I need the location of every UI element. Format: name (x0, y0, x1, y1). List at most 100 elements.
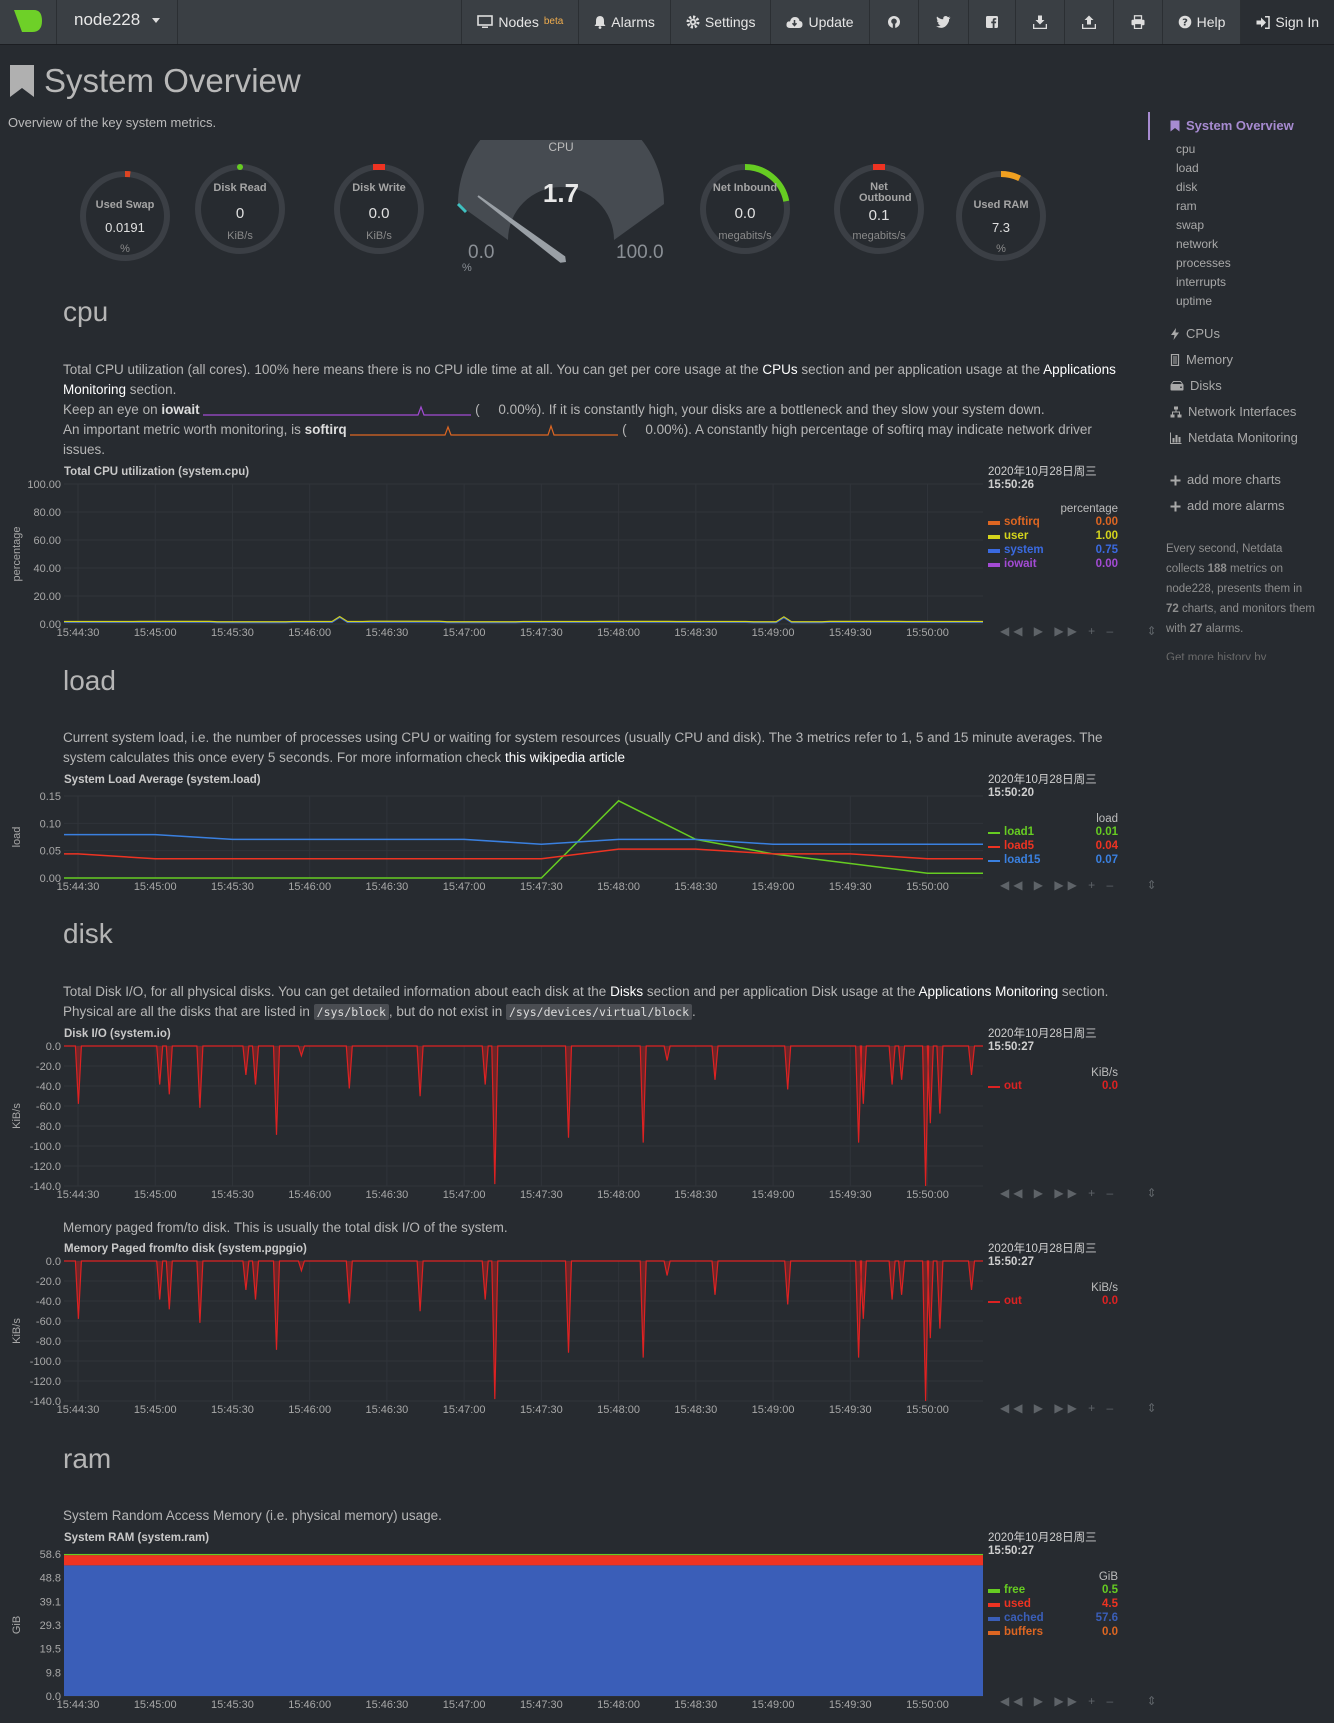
chart-legend: 2020年10月28日周三 15:50:27 KiB/s out 0.0 (988, 1243, 1118, 1309)
nav-help[interactable]: ? Help (1161, 0, 1241, 44)
legend-item-load1[interactable]: load1 0.01 (988, 826, 1118, 840)
gauge-disk-write[interactable]: Disk Write 0.0 KiB/s (333, 163, 425, 255)
chart-toolbox[interactable]: ◀◀ ▶ ▶▶ + – ⇕ (1000, 1186, 1161, 1200)
legend-time: 15:50:26 (988, 479, 1035, 491)
sidebar-item-system-overview[interactable]: System Overview (1148, 112, 1334, 140)
legend-date: 2020年10月28日周三 (988, 1028, 1097, 1040)
nav-github[interactable] (868, 0, 918, 44)
sidebar-stats-note: Every second, Netdata collects 188 metri… (1148, 539, 1316, 639)
nav-twitter[interactable] (917, 0, 968, 44)
disk-desc-text: Total Disk I/O, for all physical disks. … (63, 984, 607, 999)
legend-item-system[interactable]: system 0.75 (988, 544, 1118, 558)
netdata-logo[interactable] (0, 0, 57, 44)
gauge-net-inbound[interactable]: Net Inbound 0.0 megabits/s (699, 163, 791, 255)
legend-item-buffers[interactable]: buffers 0.0 (988, 1626, 1118, 1640)
sidebar-item-cpus[interactable]: CPUs (1148, 321, 1334, 347)
gauge-net-outbound[interactable]: Net Outbound 0.1 megabits/s (833, 163, 925, 255)
sidebar-item-network-interfaces[interactable]: Network Interfaces (1148, 399, 1334, 425)
network-icon (1170, 406, 1182, 418)
plus-icon (1170, 475, 1181, 485)
sidebar-sub-processes[interactable]: processes (1148, 254, 1334, 273)
legend-item-free[interactable]: free 0.5 (988, 1584, 1118, 1598)
cpu-gauge-value: 1.7 (542, 178, 580, 208)
upload-icon (1081, 15, 1096, 29)
chart-toolbox[interactable]: ◀◀ ▶ ▶▶ + – ⇕ (1000, 878, 1161, 892)
sidebar-sub-swap[interactable]: swap (1148, 216, 1334, 235)
nav-signin[interactable]: Sign In (1240, 0, 1334, 44)
chart-system-ram[interactable]: 15:44:30 15:45:00 15:45:30 15:46:00 15:46:30… (0, 1532, 1157, 1712)
legend-name: cached (1004, 1612, 1044, 1624)
sidebar-sub-cpu[interactable]: cpu (1148, 140, 1334, 159)
sidebar-sub-disk[interactable]: disk (1148, 178, 1334, 197)
legend-item-out[interactable]: out 0.0 (988, 1080, 1118, 1094)
gauge-cpu[interactable]: CPU 1.7 0.0 100.0 % (448, 101, 674, 280)
sidebar-add-more-alarms[interactable]: add more alarms (1148, 493, 1334, 519)
legend-date: 2020年10月28日周三 (988, 774, 1097, 786)
sidebar-add-more-charts[interactable]: add more charts (1148, 467, 1334, 493)
link-cpus[interactable]: CPUs (762, 362, 797, 377)
chart-toolbox[interactable]: ◀◀ ▶ ▶▶ + – ⇕ (1000, 1401, 1161, 1415)
legend-item-out[interactable]: out 0.0 (988, 1295, 1118, 1309)
link-wikipedia[interactable]: this wikipedia article (505, 750, 625, 765)
chart-system-cpu[interactable]: 15:44:30 15:45:00 15:45:30 15:46:00 15:46:30… (0, 466, 1157, 646)
legend-time: 15:50:27 (988, 1041, 1035, 1053)
y-tick-label: -20.0 (36, 1061, 61, 1073)
sidebar-item-memory[interactable]: Memory (1148, 347, 1334, 373)
nav-settings[interactable]: Settings (669, 0, 771, 44)
chart-system-io[interactable]: 15:44:30 15:45:00 15:45:30 15:46:00 15:46:30… (0, 1028, 1157, 1208)
legend-item-cached[interactable]: cached 57.6 (988, 1612, 1118, 1626)
x-tick-label: 15:47:00 (443, 1699, 486, 1711)
y-tick-label: 39.1 (40, 1596, 61, 1608)
chart-toolbox[interactable]: ◀◀ ▶ ▶▶ + – ⇕ (1000, 1694, 1161, 1708)
gauge-disk-read[interactable]: Disk Read 0 KiB/s (194, 163, 286, 255)
link-disks[interactable]: Disks (610, 984, 643, 999)
sidebar-sub-network[interactable]: network (1148, 235, 1334, 254)
y-tick-label: -100.0 (30, 1356, 61, 1368)
chart-system-pgpgio[interactable]: 15:44:30 15:45:00 15:45:30 15:46:00 15:46:30… (0, 1243, 1157, 1423)
chart-system-load[interactable]: 15:44:30 15:45:00 15:45:30 15:46:00 15:46:30… (0, 774, 1157, 900)
x-tick-label: 15:49:30 (829, 881, 872, 893)
chart-plot: 15:44:30 15:45:00 15:45:30 15:46:00 15:46:30… (11, 1549, 983, 1711)
chart-plot: 15:44:30 15:45:00 15:45:30 15:46:00 15:46:30… (11, 1256, 983, 1416)
sidebar-sub-load[interactable]: load (1148, 159, 1334, 178)
gauge-title: Net Inbound (712, 182, 778, 194)
link-applications-monitoring[interactable]: Applications Monitoring (919, 984, 1059, 999)
legend-item-iowait[interactable]: iowait 0.00 (988, 558, 1118, 572)
iowait-value: 0.00% (498, 402, 537, 417)
x-tick-label: 15:48:30 (674, 627, 717, 639)
legend-name: out (1004, 1295, 1022, 1307)
pgpgio-description: Memory paged from/to disk. This is usual… (63, 1220, 508, 1235)
legend-item-user[interactable]: user 1.00 (988, 530, 1118, 544)
cpu-gauge-title: CPU (548, 140, 574, 154)
gauge-used-ram[interactable]: Used RAM 7.3 % (955, 170, 1047, 262)
ram-description: System Random Access Memory (i.e. physic… (63, 1508, 442, 1523)
y-tick-label: -40.0 (36, 1081, 61, 1093)
nav-facebook[interactable] (967, 0, 1015, 44)
y-tick-label: 19.5 (40, 1644, 61, 1656)
x-tick-label: 15:48:30 (674, 1189, 717, 1201)
nav-print[interactable] (1112, 0, 1162, 44)
sidebar-item-disks[interactable]: Disks (1148, 373, 1334, 399)
nav-alarms[interactable]: Alarms (578, 0, 670, 44)
nav-nodes[interactable]: Nodes beta (461, 0, 578, 44)
legend-name: buffers (1004, 1626, 1043, 1638)
series-cached-area (64, 1565, 983, 1696)
sidebar-sub-interrupts[interactable]: interrupts (1148, 273, 1334, 292)
x-tick-label: 15:45:00 (134, 627, 177, 639)
nav-update[interactable]: Update (770, 0, 868, 44)
x-tick-label: 15:48:00 (597, 627, 640, 639)
legend-item-softirq[interactable]: softirq 0.00 (988, 516, 1118, 530)
legend-item-used[interactable]: used 4.5 (988, 1598, 1118, 1612)
chart-toolbox[interactable]: ◀◀ ▶ ▶▶ + – ⇕ (1000, 624, 1161, 638)
sidebar-item-netdata-monitoring[interactable]: Netdata Monitoring (1148, 425, 1334, 451)
legend-item-load15[interactable]: load15 0.07 (988, 854, 1118, 868)
gauge-used-swap[interactable]: Used Swap 0.0191 % (79, 170, 171, 262)
node-selector[interactable]: node228 (58, 0, 178, 44)
x-tick-label: 15:48:00 (597, 1404, 640, 1416)
nav-upload[interactable] (1063, 0, 1113, 44)
sidebar-sub-uptime[interactable]: uptime (1148, 292, 1334, 311)
sidebar-sub-ram[interactable]: ram (1148, 197, 1334, 216)
nav-download[interactable] (1014, 0, 1064, 44)
legend-name: used (1004, 1598, 1031, 1610)
legend-item-load5[interactable]: load5 0.04 (988, 840, 1118, 854)
